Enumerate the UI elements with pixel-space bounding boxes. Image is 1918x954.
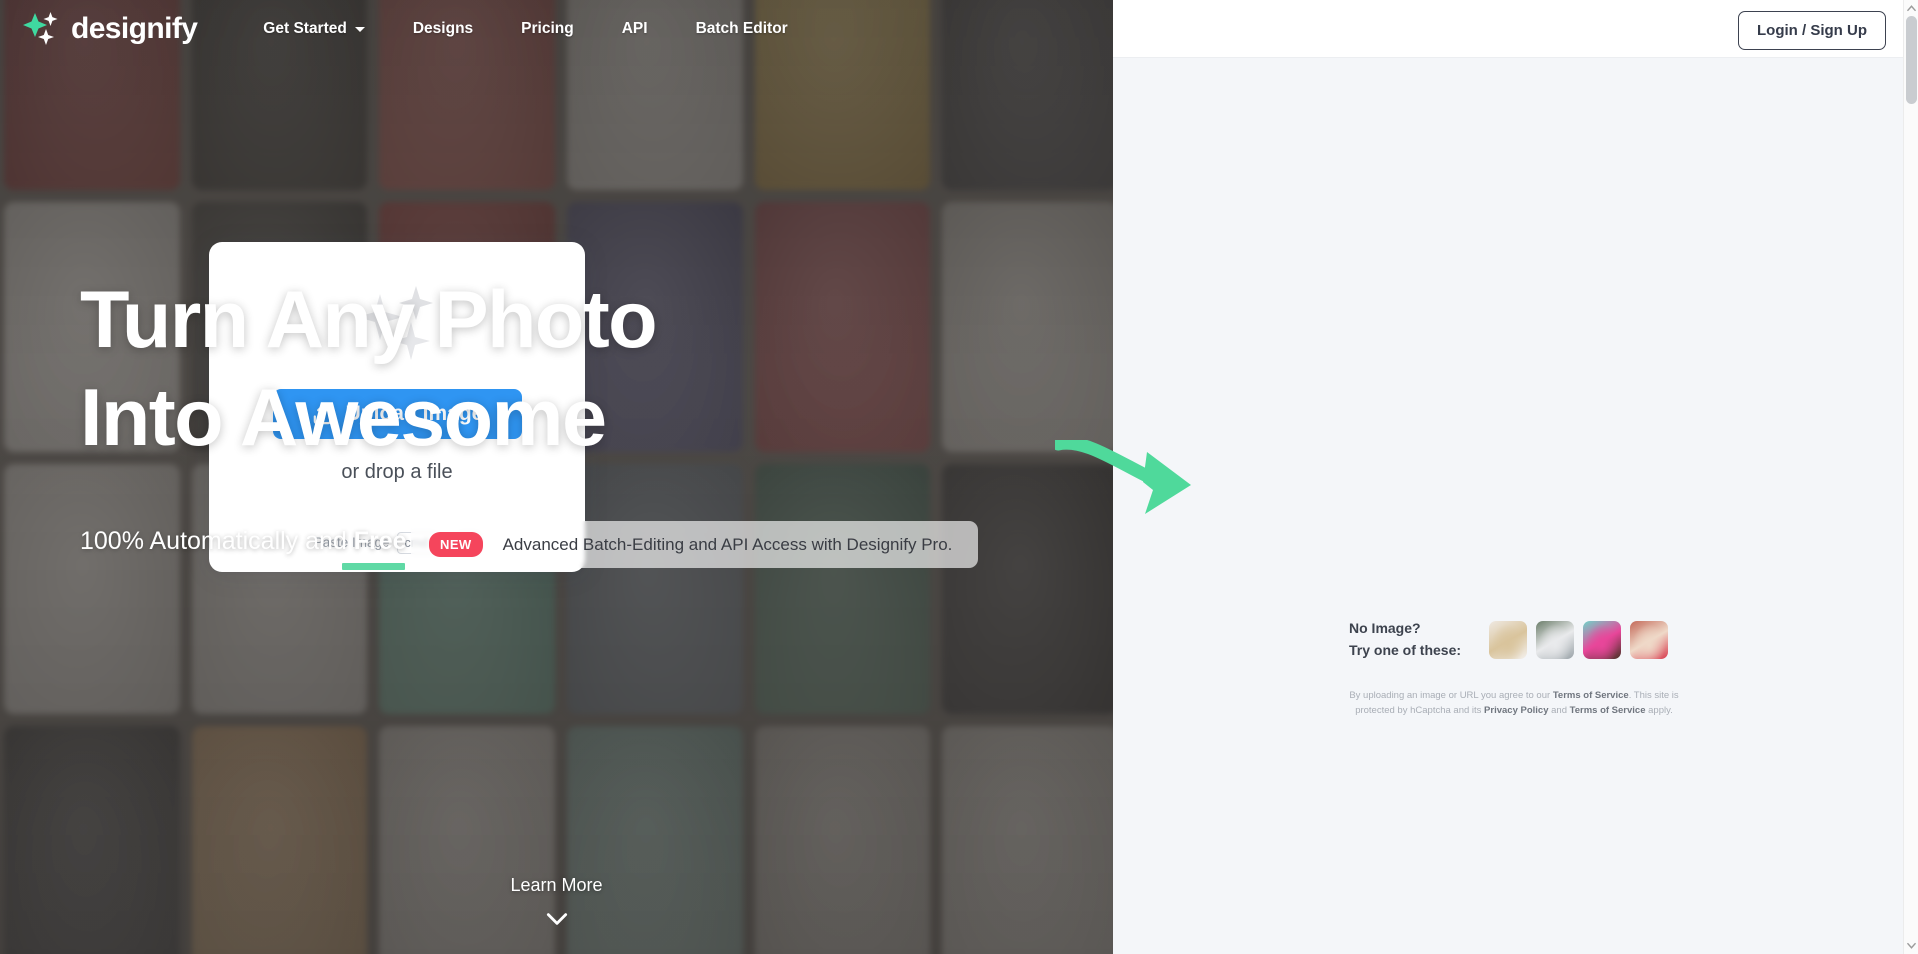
sample-white-car[interactable] (1536, 620, 1575, 659)
nav-link-designs[interactable]: Designs (413, 20, 473, 38)
subheadline-prefix: 100% Automatically and (80, 527, 354, 555)
thumbnail-image (1583, 620, 1622, 659)
sample-title-line-2: Try one of these: (1349, 641, 1462, 658)
thumbnail-image (1536, 620, 1575, 659)
nav-link-list: Get Started Designs Pricing API Batch Editor (263, 20, 835, 38)
terms-of-service-link-2[interactable]: Terms of Service (1570, 705, 1646, 716)
sample-thumbnail-list (1489, 620, 1669, 659)
hero-copy: Turn Any Photo Into Awesome 100% Automat… (80, 280, 980, 570)
brand-name: designify (71, 12, 198, 45)
nav-link-api[interactable]: API (622, 20, 648, 38)
legal-part-3: and (1548, 705, 1570, 717)
nav-link-label: Get Started (263, 20, 347, 37)
sample-person-pink[interactable] (1583, 620, 1622, 659)
nav-link-label: Designs (412, 20, 474, 37)
scrollbar-thumb[interactable] (1906, 16, 1917, 104)
vertical-scrollbar[interactable] (1903, 0, 1918, 954)
nav-link-label: Batch Editor (695, 20, 788, 37)
scroll-down-arrow-icon[interactable] (1907, 941, 1916, 950)
sample-images-section: No Image? Try one of these: (1349, 618, 1669, 661)
curved-arrow-right-icon (1055, 440, 1191, 514)
headline-line-2: Into Awesome (80, 373, 607, 463)
legal-disclaimer: By uploading an image or URL you agree t… (1349, 688, 1679, 718)
sample-images-title: No Image? Try one of these: (1349, 618, 1461, 661)
subheadline-free: Free (353, 527, 407, 555)
scroll-up-arrow-icon[interactable] (1907, 4, 1916, 13)
learn-more-label: Learn More (510, 875, 603, 895)
learn-more-link[interactable]: Learn More (0, 875, 1113, 932)
chevron-down-icon (546, 913, 567, 925)
status-badge: NEW (429, 532, 483, 557)
nav-link-batch-editor[interactable]: Batch Editor (696, 20, 788, 38)
login-signup-button[interactable]: Login / Sign Up (1738, 11, 1886, 50)
sample-product-cylinder[interactable] (1489, 620, 1528, 659)
page-root: Turn Any Photo Into Awesome 100% Automat… (0, 0, 1918, 954)
promo-banner[interactable]: NEW Advanced Batch-Editing and API Acces… (411, 521, 979, 568)
nav-left-group: designify Get Started Designs Pricing API Ba… (0, 10, 836, 48)
brand-logo[interactable]: designify (22, 10, 198, 48)
chevron-down-icon (354, 26, 365, 32)
free-underline-accent (341, 563, 405, 570)
legal-part-4: apply. (1645, 705, 1673, 717)
page-title: Turn Any Photo Into Awesome (80, 280, 980, 459)
terms-of-service-link-1[interactable]: Terms of Service (1553, 690, 1629, 701)
thumbnail-image (1489, 620, 1528, 659)
nav-link-label: Pricing (521, 20, 574, 37)
hero-subheadline: 100% Automatically and Free (80, 527, 407, 570)
legal-part-1: By uploading an image or URL you agree t… (1349, 690, 1553, 701)
sample-title-line-1: No Image? (1349, 620, 1421, 636)
sparkle-icon (23, 12, 58, 45)
headline-line-1: Turn Any Photo (80, 275, 658, 365)
promo-banner-text: Advanced Batch-Editing and API Access wi… (502, 534, 953, 554)
nav-link-label: API (621, 20, 648, 37)
nav-link-pricing[interactable]: Pricing (521, 20, 574, 38)
privacy-policy-link[interactable]: Privacy Policy (1484, 705, 1548, 716)
nav-link-get-started[interactable]: Get Started (263, 20, 365, 38)
sample-person-headband[interactable] (1630, 620, 1669, 659)
thumbnail-image (1630, 620, 1669, 659)
